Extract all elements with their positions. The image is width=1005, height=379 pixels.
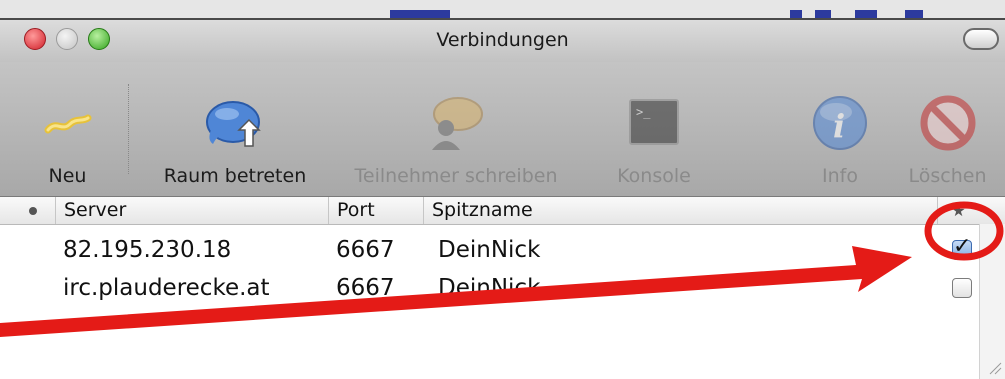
new-button[interactable]: Neu (20, 62, 115, 196)
background-window-strip (0, 0, 1005, 20)
table-row[interactable]: irc.plauderecke.at 6667 DeinNick (0, 269, 1005, 307)
console-icon: >_ (629, 99, 679, 145)
toolbar: Neu Raum betreten Teilnehmer schreiben > (0, 62, 1005, 197)
message-user-label: Teilnehmer schreiben (354, 165, 558, 187)
title-bar[interactable]: Verbindungen (0, 20, 1005, 62)
enter-room-icon (206, 101, 261, 147)
checkmark-icon: ✓ (953, 234, 972, 259)
toolbar-separator (128, 84, 129, 174)
resize-grip-icon[interactable] (986, 359, 1002, 375)
background-fragment (790, 10, 802, 18)
new-connection-icon (44, 114, 91, 134)
port-cell: 6667 (336, 275, 395, 301)
nick-cell: DeinNick (438, 275, 541, 301)
console-label: Konsole (617, 165, 691, 187)
svg-text:>_: >_ (636, 105, 651, 119)
table-row[interactable]: 82.195.230.18 6667 DeinNick ✓ (0, 231, 1005, 269)
port-cell: 6667 (336, 237, 395, 263)
delete-button[interactable]: Löschen (895, 62, 1000, 196)
info-icon: i (813, 96, 867, 150)
svg-text:i: i (833, 107, 845, 145)
server-cell: 82.195.230.18 (63, 237, 232, 263)
message-user-icon (432, 97, 483, 150)
enter-room-button[interactable]: Raum betreten (150, 62, 320, 196)
background-fragment (815, 10, 831, 18)
background-fragment (905, 10, 923, 18)
favorite-checkbox[interactable] (952, 278, 972, 298)
delete-icon (920, 95, 975, 151)
column-header-nick[interactable]: Spitzname (423, 197, 937, 224)
background-fragment (855, 10, 877, 18)
column-header-server[interactable]: Server (55, 197, 328, 224)
connections-window: Verbindungen Neu Raum betreten Teilnehme… (0, 20, 1005, 379)
server-cell: irc.plauderecke.at (63, 275, 270, 301)
window-title: Verbindungen (436, 29, 569, 51)
scrollbar-track[interactable] (979, 224, 1005, 379)
column-header-status[interactable] (0, 197, 55, 224)
message-user-button[interactable]: Teilnehmer schreiben (325, 62, 587, 196)
new-button-label: Neu (48, 165, 87, 187)
column-header-port[interactable]: Port (328, 197, 423, 224)
delete-label: Löschen (908, 165, 987, 187)
toolbar-toggle-button[interactable] (963, 28, 999, 50)
console-button[interactable]: >_ Konsole (604, 62, 704, 196)
background-fragment (390, 10, 450, 18)
column-header-favorite[interactable]: ★ (937, 197, 979, 224)
favorite-checkbox[interactable]: ✓ (952, 234, 972, 260)
nick-cell: DeinNick (438, 237, 541, 263)
enter-room-label: Raum betreten (163, 165, 307, 187)
table-header: Server Port Spitzname ★ (0, 197, 1005, 225)
info-button[interactable]: i Info (800, 62, 880, 196)
status-dot-icon (29, 207, 37, 215)
info-label: Info (822, 165, 858, 187)
